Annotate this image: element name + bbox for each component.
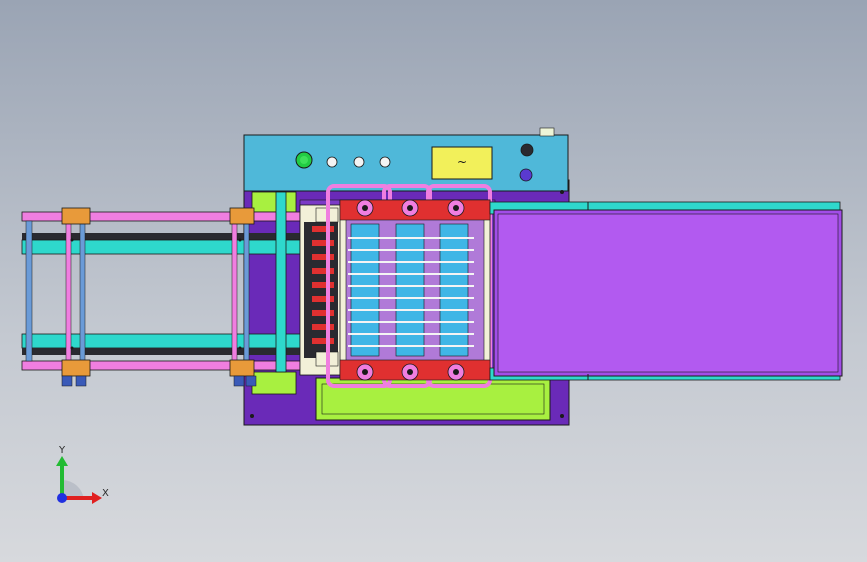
z-axis-dot <box>57 493 67 503</box>
gear-icon <box>356 363 374 381</box>
gear-icon <box>401 199 419 217</box>
y-axis-label: Y <box>58 445 66 456</box>
display-screen: ~ <box>431 146 493 180</box>
machine-drawing: ~ Y X <box>21 127 843 504</box>
display-symbol: ~ <box>457 155 467 169</box>
gear-icon <box>401 363 419 381</box>
start-button-icon[interactable] <box>295 151 313 169</box>
coordinate-triad: Y X <box>56 445 109 504</box>
indicator-knob-3[interactable] <box>379 156 391 168</box>
stop-button-icon[interactable] <box>519 168 533 182</box>
feeder-comb <box>299 204 345 376</box>
cad-viewport[interactable]: ~ Y X <box>0 0 867 562</box>
indicator-knob-2[interactable] <box>353 156 365 168</box>
gear-icon <box>447 363 465 381</box>
output-conveyor <box>489 201 843 381</box>
x-axis-label: X <box>102 488 109 499</box>
indicator-knob-1[interactable] <box>326 156 338 168</box>
cyan-guide-bar <box>275 191 287 373</box>
gear-icon <box>447 199 465 217</box>
gear-icon <box>356 199 374 217</box>
roller-shafts <box>348 223 474 357</box>
emergency-knob-icon[interactable] <box>520 143 534 157</box>
control-panel: ~ <box>243 127 569 192</box>
